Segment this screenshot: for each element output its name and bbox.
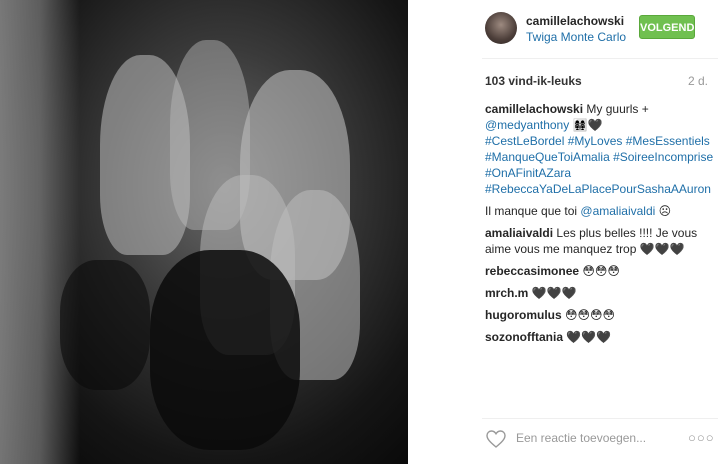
comment-text: 🖤🖤🖤 — [531, 286, 577, 300]
follow-button[interactable]: VOLGEND — [639, 15, 695, 39]
post-age[interactable]: 2 d. — [688, 74, 708, 88]
caption-username[interactable]: camillelachowski — [485, 102, 583, 116]
comment-text: Il manque que toi — [485, 204, 578, 218]
comment-emoji: ☹ — [658, 204, 672, 218]
caption-emoji: 👩‍👩‍👧‍👧🖤 — [572, 118, 603, 132]
heart-icon[interactable] — [486, 430, 506, 448]
post-side-panel: camillelachowski Twiga Monte Carlo VOLGE… — [472, 0, 728, 464]
caption-mention[interactable]: @medyanthony — [485, 118, 569, 132]
comment-text: 😳😳😳 — [582, 264, 620, 278]
divider — [482, 418, 718, 419]
post-username[interactable]: camillelachowski — [526, 14, 624, 28]
caption-hashtags[interactable]: #RebeccaYaDeLaPlacePourSashaAAuron — [485, 181, 717, 197]
comment: sozonofftania 🖤🖤🖤 — [485, 329, 717, 345]
comment-text: 🖤🖤🖤 — [566, 330, 612, 344]
comment-username[interactable]: sozonofftania — [485, 330, 563, 344]
comment: amaliaivaldi Les plus belles !!!! Je vou… — [485, 225, 717, 257]
like-count[interactable]: 103 vind-ik-leuks — [485, 74, 582, 88]
avatar[interactable] — [485, 12, 517, 44]
post-location[interactable]: Twiga Monte Carlo — [526, 30, 626, 44]
caption-hashtags[interactable]: #OnAFinitAZara — [485, 165, 717, 181]
comment-username[interactable]: rebeccasimonee — [485, 264, 579, 278]
photo-shadow — [60, 260, 150, 390]
comment: Il manque que toi @amaliaivaldi ☹ — [485, 203, 717, 219]
comment-username[interactable]: mrch.m — [485, 286, 528, 300]
caption-hashtags[interactable]: #CestLeBordel #MyLoves #MesEssentiels — [485, 133, 717, 149]
more-options-icon[interactable]: ○○○ — [688, 430, 715, 445]
comment-text: 😳😳😳😳 — [565, 308, 616, 322]
comment-username[interactable]: amaliaivaldi — [485, 226, 553, 240]
comment-mention[interactable]: @amaliaivaldi — [580, 204, 655, 218]
photo-shadow — [150, 250, 300, 450]
comment: rebeccasimonee 😳😳😳 — [485, 263, 717, 279]
caption-hashtags[interactable]: #ManqueQueToiAmalia #SoireeIncomprise — [485, 149, 717, 165]
divider — [482, 58, 718, 59]
comment-list: Il manque que toi @amaliaivaldi ☹ amalia… — [485, 203, 717, 351]
comment-username[interactable]: hugoromulus — [485, 308, 562, 322]
comment: mrch.m 🖤🖤🖤 — [485, 285, 717, 301]
comment: hugoromulus 😳😳😳😳 — [485, 307, 717, 323]
photo-light-area — [0, 0, 80, 464]
caption-text: My guurls + — [586, 102, 649, 116]
post-photo[interactable] — [0, 0, 408, 464]
post-caption: camillelachowski My guurls + @medyanthon… — [485, 101, 717, 197]
add-comment-input[interactable]: Een reactie toevoegen... — [516, 431, 646, 445]
